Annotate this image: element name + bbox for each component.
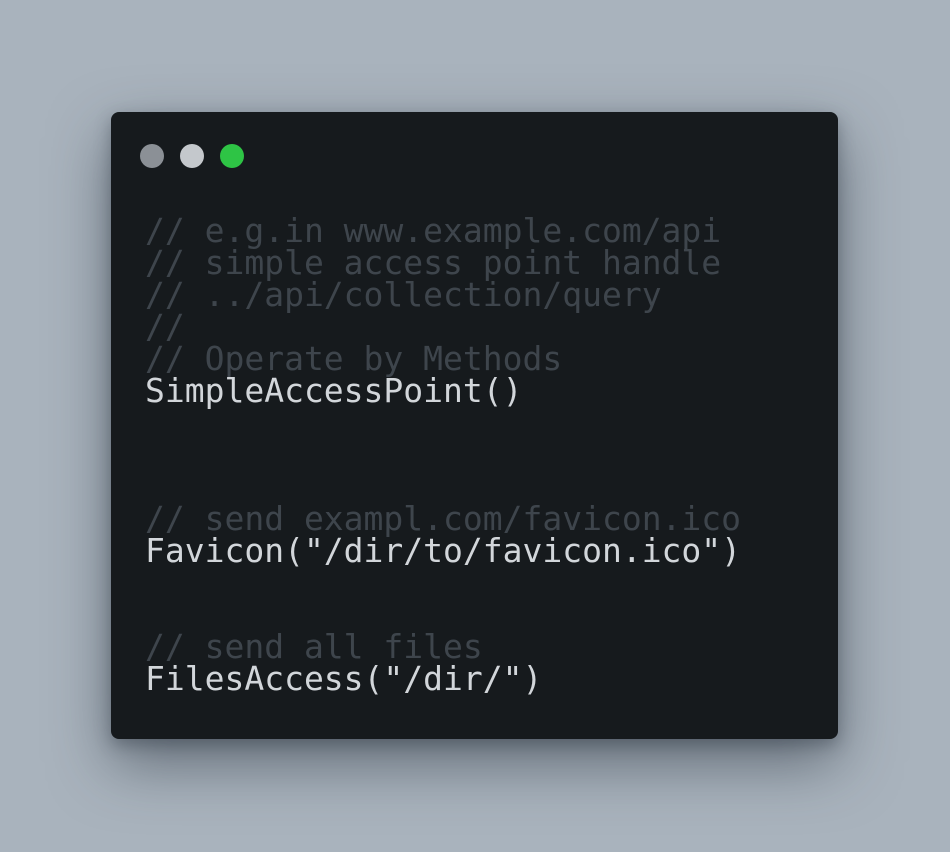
code-line: SimpleAccessPoint() bbox=[145, 371, 523, 410]
close-dot[interactable] bbox=[140, 144, 164, 168]
window-controls bbox=[140, 144, 244, 168]
code-window: // e.g.in www.example.com/api// simple a… bbox=[111, 112, 838, 739]
minimize-dot[interactable] bbox=[180, 144, 204, 168]
code-line: // ../api/collection/query bbox=[145, 275, 662, 314]
maximize-dot[interactable] bbox=[220, 144, 244, 168]
code-line: FilesAccess("/dir/") bbox=[145, 659, 543, 698]
code-block: // e.g.in www.example.com/api// simple a… bbox=[145, 214, 742, 698]
code-line: Favicon("/dir/to/favicon.ico") bbox=[145, 531, 742, 570]
